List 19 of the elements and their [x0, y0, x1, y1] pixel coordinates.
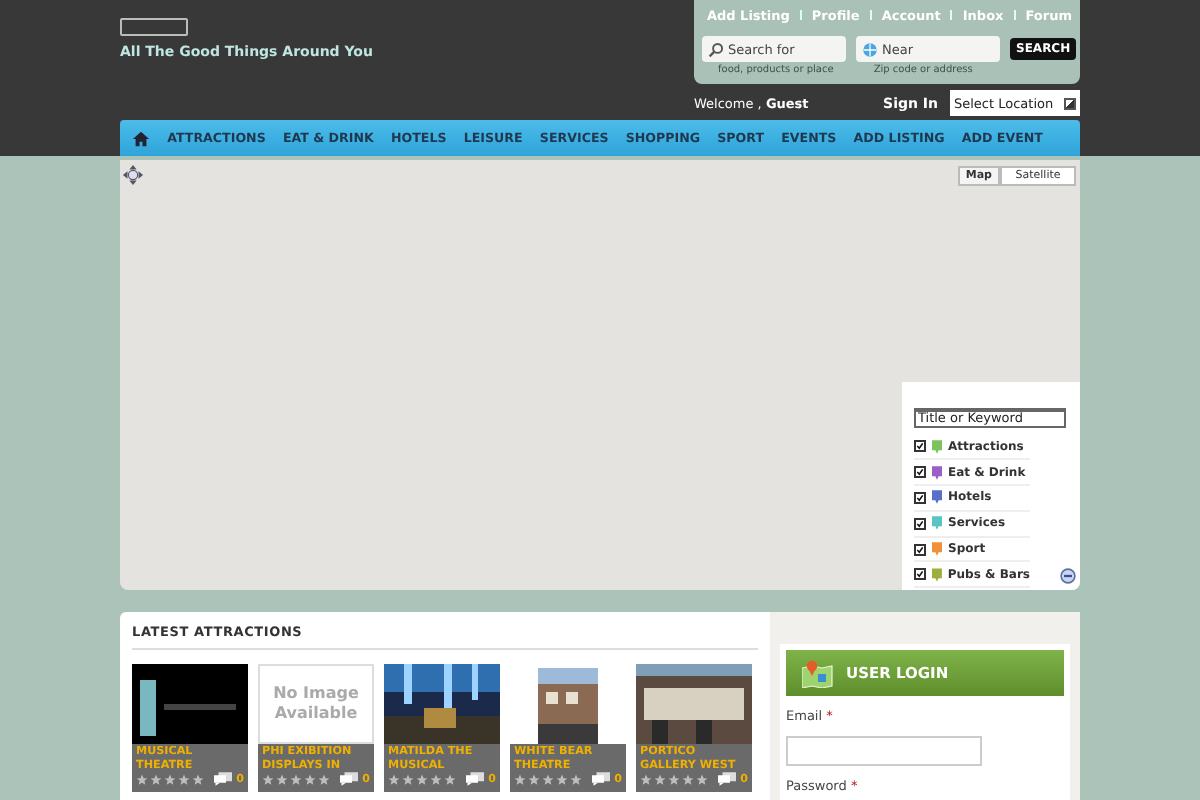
comments-icon	[340, 772, 359, 786]
globe-icon	[862, 41, 878, 57]
collapse-icon[interactable]	[1060, 568, 1076, 584]
comments-icon	[592, 772, 611, 786]
logo-frame[interactable]	[120, 18, 188, 36]
comments-icon	[214, 772, 233, 786]
checkbox[interactable]	[914, 440, 926, 453]
pan-control-icon[interactable]	[122, 164, 144, 186]
comments-icon	[718, 772, 737, 786]
checkbox[interactable]	[914, 568, 926, 581]
checkbox[interactable]	[914, 491, 926, 504]
map-icon	[802, 659, 834, 687]
checkbox[interactable]	[914, 543, 926, 556]
search-icon	[708, 41, 724, 57]
home-icon[interactable]	[132, 129, 150, 147]
comments-icon	[466, 772, 485, 786]
checkbox[interactable]	[914, 466, 926, 479]
checkbox[interactable]	[914, 517, 926, 530]
email-field[interactable]	[786, 736, 982, 766]
